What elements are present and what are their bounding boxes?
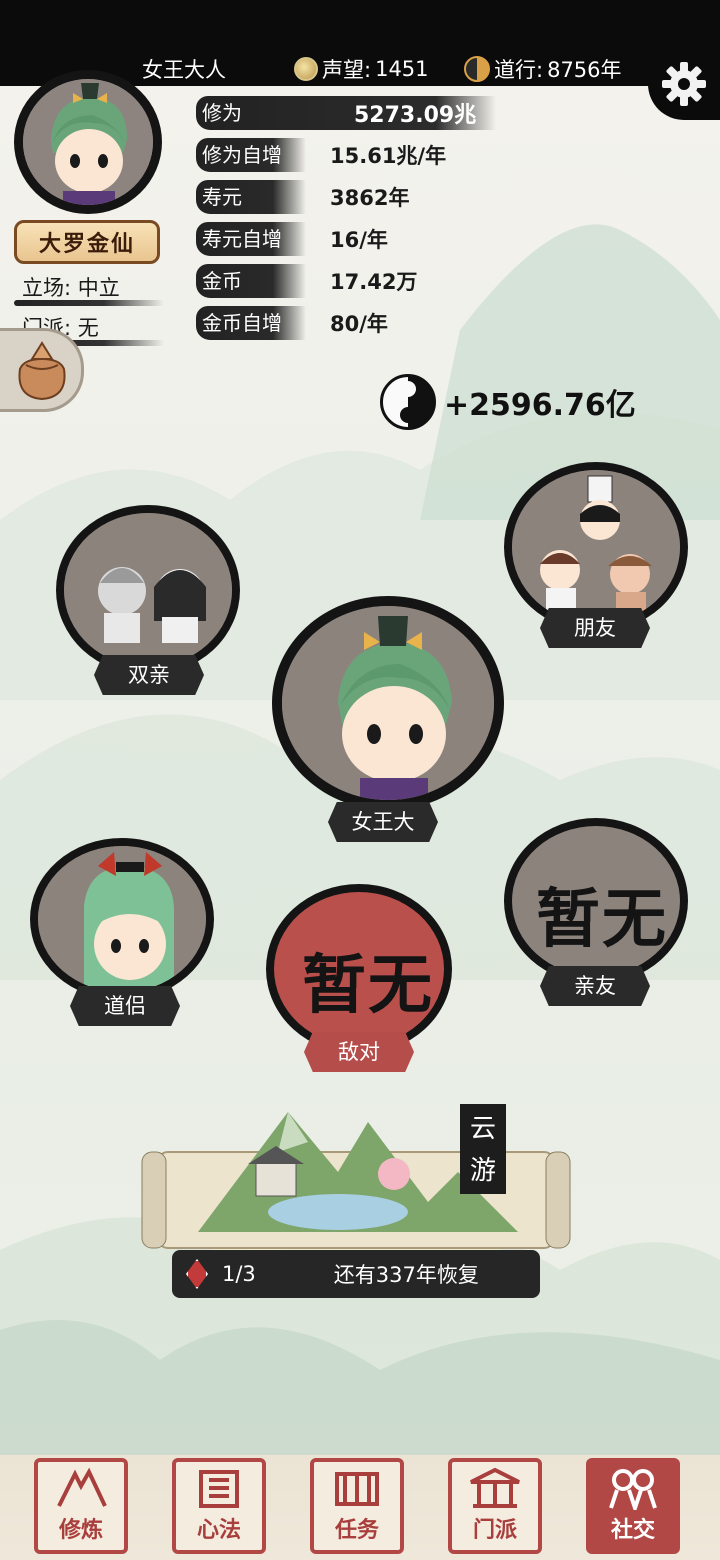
temple-icon: [470, 1467, 520, 1508]
stance-text: 立场: 中立: [22, 276, 120, 300]
relation-disc: [504, 462, 688, 632]
stat-value: 3862年: [330, 186, 410, 210]
travel-scroll-map[interactable]: [138, 1082, 574, 1262]
relation-disc: [56, 505, 240, 675]
relation-tag: 女王大人: [328, 802, 438, 842]
taiji-icon: [380, 374, 436, 430]
relation-disc: [272, 596, 504, 810]
partner-portrait-icon: [38, 846, 206, 992]
reputation-label: 声望:: [322, 58, 372, 82]
empty-text: 暂无: [536, 882, 668, 957]
relation-disc: 暂无: [504, 818, 688, 984]
travel-label[interactable]: 云游: [460, 1104, 506, 1194]
relation-tag: 道侣: [70, 986, 180, 1026]
reputation-value: 1451: [375, 57, 429, 81]
stat-row: 寿元 3862年: [196, 176, 496, 218]
relation-tag: 朋友: [540, 608, 650, 648]
rank-badge: 大罗金仙: [14, 220, 160, 264]
relation-disc: [30, 838, 214, 1000]
stat-value: 15.61兆/年: [330, 144, 447, 168]
empty-text: 暂无: [302, 948, 434, 1023]
nav-label: 门派: [472, 1518, 517, 1543]
player-name: 女王大人: [142, 58, 226, 82]
daoxing-value: 8756年: [547, 58, 622, 82]
reputation-stat: 声望: 1451: [294, 54, 429, 84]
relation-tag: 双亲: [94, 655, 204, 695]
stat-value: 80/年: [330, 312, 388, 336]
relation-tag: 敌对: [304, 1032, 414, 1072]
stat-value: 5273.09兆: [354, 103, 477, 128]
friends-portrait-icon: [512, 470, 680, 624]
settings-button[interactable]: [648, 48, 720, 120]
stat-row: 寿元自增 16/年: [196, 218, 496, 260]
bag-icon: [17, 341, 66, 401]
character-portrait-icon: [23, 79, 153, 205]
gain-value: +2596.76亿: [444, 388, 636, 423]
character-portrait-icon: [282, 606, 494, 800]
parents-portrait-icon: [64, 513, 232, 667]
travel-count: 1/3: [222, 1262, 256, 1286]
nav-label: 心法: [196, 1518, 241, 1543]
stat-row: 金币自增 80/年: [196, 302, 496, 344]
stat-value: 17.42万: [330, 270, 418, 294]
nav-social[interactable]: 社交: [586, 1458, 680, 1554]
stat-label: 寿元自增: [196, 222, 306, 256]
stat-label: 寿元: [196, 180, 306, 214]
player-avatar[interactable]: [14, 70, 162, 214]
nav-label: 任务: [334, 1518, 379, 1543]
cultivate-icon: [57, 1467, 107, 1507]
people-icon: [609, 1469, 657, 1510]
stance-line: 立场: 中立: [14, 272, 164, 306]
gear-icon: [662, 62, 706, 106]
nav-cultivate[interactable]: 修炼: [34, 1458, 128, 1554]
travel-label-text: 云游: [470, 1114, 497, 1186]
diamond-icon: [186, 1259, 208, 1289]
scroll-icon: [335, 1472, 379, 1506]
yin-yang-icon: [464, 56, 490, 82]
stat-label: 金币: [196, 264, 306, 298]
stat-value: 16/年: [330, 228, 388, 252]
inventory-bag-button[interactable]: [0, 328, 84, 412]
travel-progress: 1/3 还有337年恢复: [172, 1250, 540, 1298]
nav-label: 修炼: [58, 1518, 103, 1543]
stat-label: 金币自增: [196, 306, 306, 340]
brush-underline: [14, 300, 164, 306]
stat-row: 金币 17.42万: [196, 260, 496, 302]
relation-disc: 暂无: [266, 884, 452, 1054]
stat-row: 修为自增 15.61兆/年: [196, 134, 496, 176]
nav-sect[interactable]: 门派: [448, 1458, 542, 1554]
stat-row: 修为 5273.09兆: [196, 92, 496, 134]
relation-tag: 亲友: [540, 966, 650, 1006]
book-icon: [199, 1470, 239, 1508]
coin-icon: [294, 57, 318, 81]
nav-tasks[interactable]: 任务: [310, 1458, 404, 1554]
daoxing-stat: 道行: 8756年: [464, 54, 622, 84]
cultivation-stats: 修为 5273.09兆 修为自增 15.61兆/年 寿元 3862年 寿元自增 …: [196, 92, 496, 344]
daoxing-label: 道行:: [494, 58, 544, 82]
nav-methods[interactable]: 心法: [172, 1458, 266, 1554]
travel-recover: 还有337年恢复: [333, 1263, 479, 1287]
cultivation-gain[interactable]: +2596.76亿: [380, 374, 636, 430]
stat-label: 修为自增: [196, 138, 306, 172]
nav-label: 社交: [610, 1518, 655, 1543]
